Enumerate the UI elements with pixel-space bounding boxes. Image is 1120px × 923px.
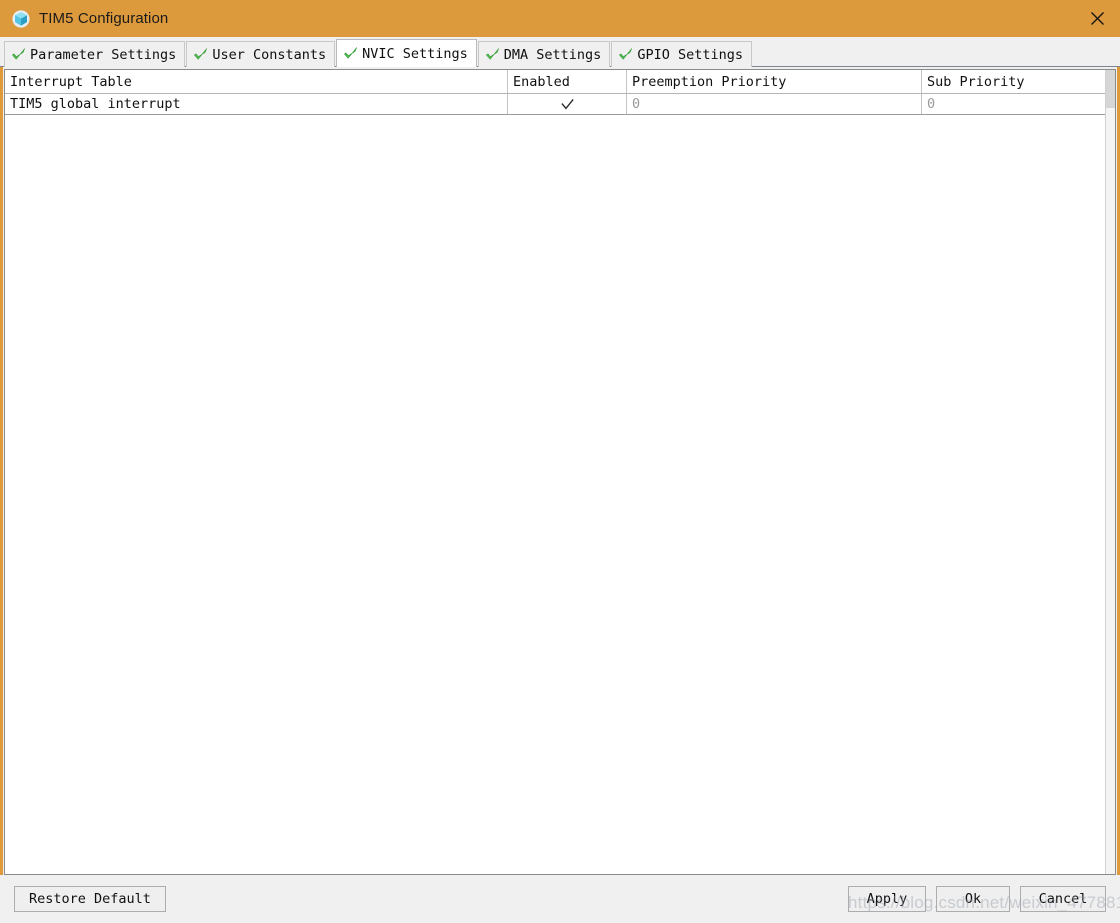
table-header-row: Interrupt Table Enabled Preemption Prior… [5, 70, 1115, 94]
enabled-cell[interactable] [508, 94, 627, 114]
tab-nvic-settings[interactable]: NVIC Settings [336, 39, 477, 67]
footer-action-buttons: Apply Ok Cancel [848, 886, 1106, 912]
restore-default-button[interactable]: Restore Default [14, 886, 166, 912]
apply-button[interactable]: Apply [848, 886, 926, 912]
nvic-settings-panel: Interrupt Table Enabled Preemption Prior… [4, 69, 1116, 875]
tab-label: NVIC Settings [362, 45, 468, 62]
green-check-icon [619, 48, 633, 60]
green-check-icon [194, 48, 208, 60]
vertical-scrollbar[interactable] [1105, 70, 1115, 874]
column-header-preemption-priority[interactable]: Preemption Priority [627, 70, 922, 93]
tim5-configuration-window: TIM5 Configuration Parameter Settings Us… [0, 0, 1120, 923]
tab-label: User Constants [212, 46, 327, 63]
tab-label: Parameter Settings [30, 46, 177, 63]
close-x-glyph [1090, 12, 1104, 25]
close-icon[interactable] [1074, 0, 1120, 37]
dialog-footer: Restore Default Apply Ok Cancel [0, 875, 1120, 923]
green-check-icon [485, 48, 499, 60]
column-header-enabled[interactable]: Enabled [508, 70, 627, 93]
cancel-button[interactable]: Cancel [1020, 886, 1106, 912]
window-title: TIM5 Configuration [39, 10, 169, 27]
sub-priority-cell[interactable]: 0 [922, 94, 1115, 114]
cube-icon [12, 9, 30, 28]
column-header-sub-priority[interactable]: Sub Priority [922, 70, 1115, 93]
tab-strip: Parameter Settings User Constants NVIC S… [0, 37, 1120, 67]
tab-parameter-settings[interactable]: Parameter Settings [4, 41, 186, 67]
enabled-checkbox-checked-icon[interactable] [560, 97, 575, 112]
ok-button[interactable]: Ok [936, 886, 1010, 912]
scrollbar-thumb[interactable] [1106, 70, 1115, 108]
titlebar: TIM5 Configuration [0, 0, 1120, 37]
tab-label: GPIO Settings [637, 46, 743, 63]
green-check-icon [12, 48, 25, 60]
column-header-interrupt-table[interactable]: Interrupt Table [5, 70, 508, 93]
tab-user-constants[interactable]: User Constants [186, 41, 336, 67]
preemption-priority-cell[interactable]: 0 [627, 94, 922, 114]
table-row[interactable]: TIM5 global interrupt 0 0 [5, 94, 1115, 115]
green-check-icon [344, 47, 358, 59]
tab-dma-settings[interactable]: DMA Settings [477, 41, 611, 67]
tab-gpio-settings[interactable]: GPIO Settings [611, 41, 752, 67]
tab-label: DMA Settings [503, 46, 602, 63]
interrupt-name-cell: TIM5 global interrupt [5, 94, 508, 114]
interrupt-table: Interrupt Table Enabled Preemption Prior… [5, 70, 1115, 115]
